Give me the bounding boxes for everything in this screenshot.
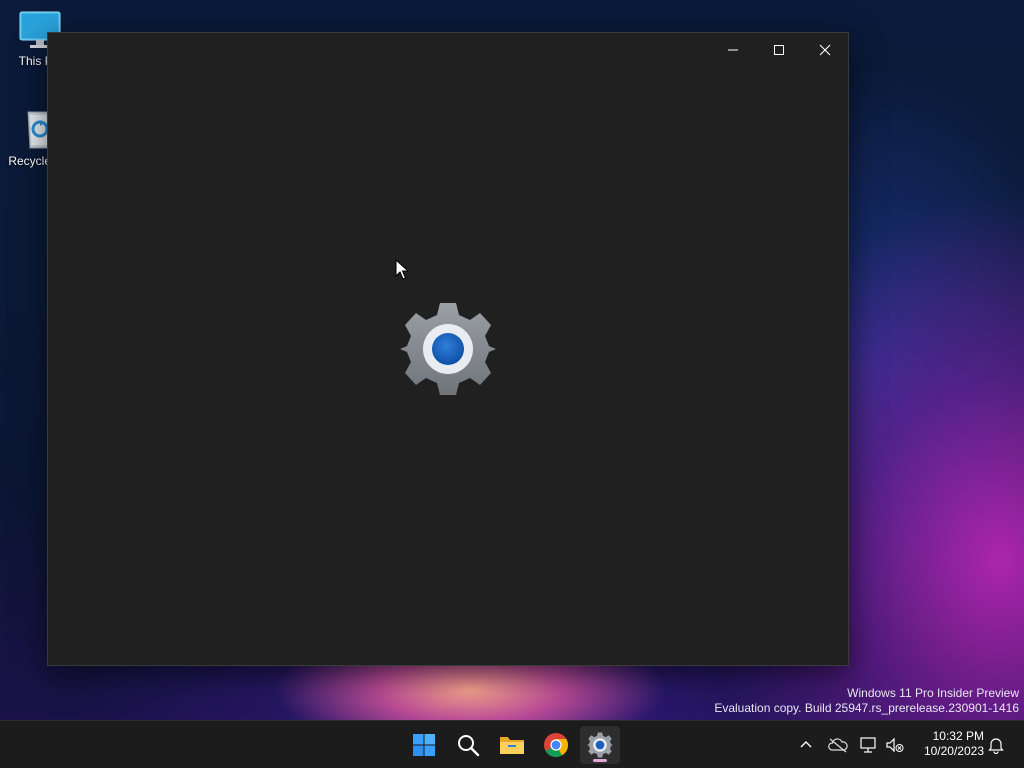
folder-icon [500,737,524,754]
taskbar: 10:32 PM 10/20/2023 [0,720,1024,768]
maximize-button[interactable] [756,33,802,67]
chrome-icon [544,733,568,758]
mouse-cursor-icon [395,259,409,280]
close-button[interactable] [802,33,848,67]
notifications-button[interactable] [984,733,1008,757]
onedrive-icon [828,738,848,753]
clock-date: 10/20/2023 [923,744,984,758]
clock-time: 10:32 PM [932,729,984,743]
start-button[interactable] [404,726,444,764]
taskbar-clock[interactable]: 10:32 PM 10/20/2023 [912,729,984,759]
settings-taskbar-button[interactable] [580,726,620,764]
volume-tray-button[interactable] [883,733,907,757]
active-app-indicator [593,759,607,762]
desktop: This PC Recycle Bin Windows 11 Pro Insid… [0,0,1024,720]
minimize-icon [728,49,738,51]
chevron-up-icon [800,741,812,748]
maximize-icon [774,45,784,55]
file-explorer-button[interactable] [492,726,532,764]
chrome-button[interactable] [536,726,576,764]
minimize-button[interactable] [710,33,756,67]
notification-bell-icon [988,738,1004,754]
settings-window[interactable] [47,32,849,666]
show-hidden-icons-button[interactable] [794,733,818,757]
network-tray-button[interactable] [857,733,881,757]
close-icon [819,44,831,56]
watermark-line-1: Windows 11 Pro Insider Preview [847,686,1019,700]
settings-gear-icon [587,732,613,758]
windows-logo-icon [413,734,435,756]
onedrive-tray-button[interactable] [826,733,850,757]
search-button[interactable] [448,726,488,764]
volume-muted-icon [886,737,904,753]
search-icon [458,735,480,757]
network-icon [860,737,876,753]
watermark-line-2: Evaluation copy. Build 25947.rs_prerelea… [714,701,1019,715]
settings-gear-icon [400,303,496,395]
